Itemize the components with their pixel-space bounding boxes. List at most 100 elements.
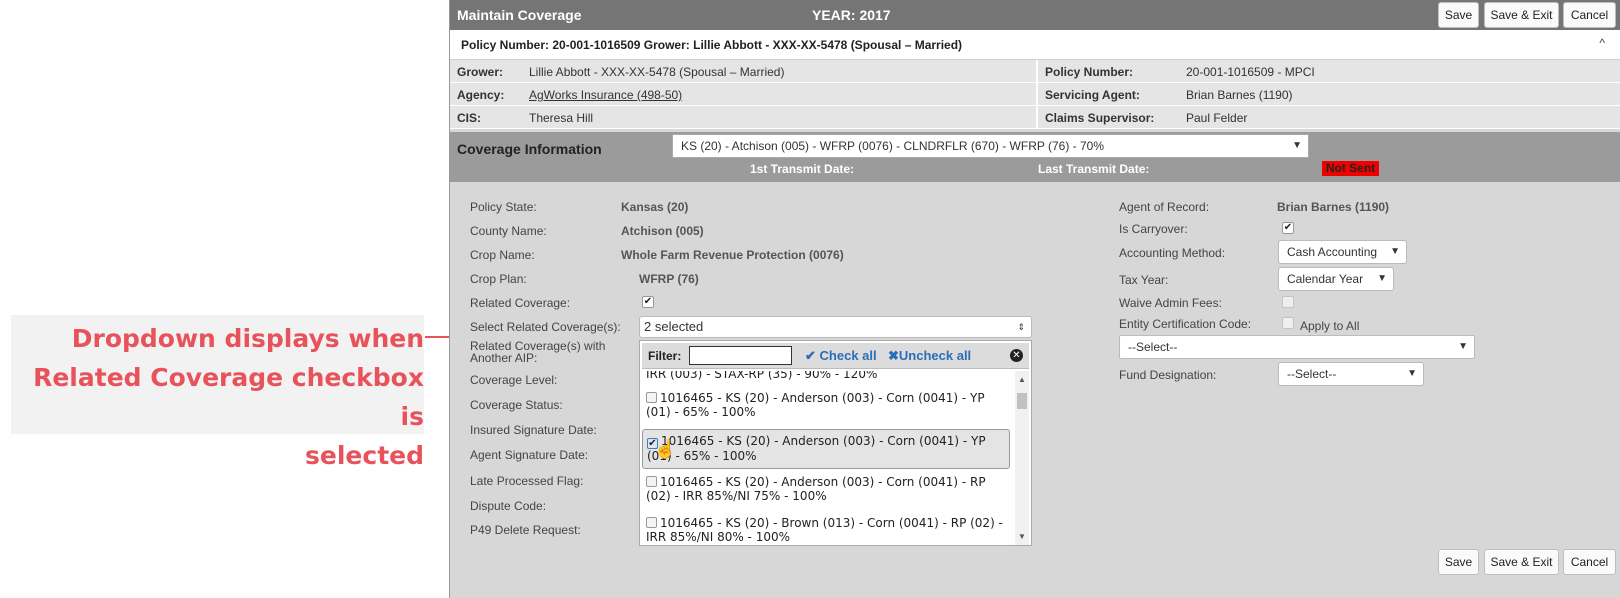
multiselect-option-list: IRR (003) - STAX-RP (35) - 90% - 120% 10…	[642, 371, 1012, 545]
info-row-cis: CIS: Theresa Hill Claims Supervisor: Pau…	[450, 106, 1620, 129]
option-label: 1016465 - KS (20) - Anderson (003) - Cor…	[646, 475, 986, 503]
option-checkbox[interactable]	[646, 476, 657, 487]
option-label: 1016465 - KS (20) - Anderson (003) - Cor…	[647, 434, 986, 463]
scroll-down-arrow-icon[interactable]: ▼	[1018, 532, 1026, 541]
fund-designation-select[interactable]: --Select-- ▼	[1278, 362, 1424, 386]
multiselect-filter-bar: Filter: ✔ Check all ✖Uncheck all ✕	[642, 343, 1029, 369]
crop-plan-value: WFRP (76)	[639, 272, 699, 286]
multiselect-option[interactable]: 1016465 - KS (20) - Brown (013) - Corn (…	[642, 516, 1010, 545]
title-bar: Maintain Coverage YEAR: 2017 Save Save &…	[450, 0, 1620, 30]
multiselect-option-highlighted[interactable]: ✔ 1016465 - KS (20) - Anderson (003) - Co…	[642, 429, 1010, 469]
apply-to-all-label: Apply to All	[1300, 319, 1360, 333]
dropdown-caret-icon: ▼	[1390, 246, 1400, 257]
grower-label: Grower:	[457, 65, 504, 79]
multiselect-option[interactable]: 1016465 - KS (20) - Anderson (003) - Cor…	[642, 475, 1010, 507]
related-coverage-aip-label: Related Coverage(s) with Another AIP:	[470, 339, 606, 365]
related-coverage-label: Related Coverage:	[470, 296, 571, 310]
cis-label: CIS:	[457, 111, 481, 125]
grower-value: Lillie Abbott - XXX-XX-5478 (Spousal – M…	[529, 65, 785, 79]
footer-save-exit-button[interactable]: Save & Exit	[1484, 549, 1559, 575]
policy-state-value: Kansas (20)	[621, 200, 689, 214]
scrollbar-thumb[interactable]	[1017, 393, 1027, 409]
uncheck-all-label: Uncheck all	[898, 348, 972, 363]
cancel-button[interactable]: Cancel	[1563, 2, 1616, 28]
entity-certification-code-label: Entity Certification Code:	[1119, 317, 1252, 331]
check-all-link[interactable]: ✔ Check all	[805, 348, 877, 364]
coverage-select[interactable]: KS (20) - Atchison (005) - WFRP (0076) -…	[672, 134, 1309, 158]
maintain-coverage-window: Maintain Coverage YEAR: 2017 Save Save &…	[449, 0, 1620, 598]
related-coverage-multiselect[interactable]: 2 selected ⇕	[639, 316, 1032, 338]
callout-line-1: Dropdown displays when	[71, 324, 424, 353]
entity-certification-code-value: --Select--	[1128, 340, 1178, 354]
option-checkbox[interactable]	[646, 392, 657, 403]
footer-cancel-button[interactable]: Cancel	[1563, 549, 1616, 575]
x-icon: ✖	[888, 348, 899, 363]
dispute-code-label: Dispute Code:	[470, 499, 547, 513]
policy-summary-text: Policy Number: 20-001-1016509 Grower: Li…	[461, 38, 963, 52]
dropdown-caret-icon: ▼	[1292, 140, 1302, 151]
filter-input[interactable]	[689, 346, 792, 365]
waive-admin-fees-checkbox[interactable]	[1282, 296, 1294, 308]
callout-text: Dropdown displays when Related Coverage …	[24, 319, 424, 475]
column-divider	[1036, 60, 1038, 83]
agency-link[interactable]: AgWorks Insurance (498-50)	[529, 88, 682, 102]
column-divider	[1036, 106, 1038, 129]
collapse-chevron-icon[interactable]: ^	[1599, 36, 1605, 50]
scroll-up-arrow-icon[interactable]: ▲	[1018, 375, 1026, 384]
check-all-label: Check all	[819, 348, 877, 363]
servicing-agent-label: Servicing Agent:	[1045, 88, 1140, 102]
tax-year-value: Calendar Year	[1287, 272, 1364, 286]
cis-value: Theresa Hill	[529, 111, 594, 125]
is-carryover-checkbox[interactable]: ✔	[1282, 222, 1294, 234]
callout-line-3: selected	[305, 441, 424, 470]
insured-signature-date-label: Insured Signature Date:	[470, 423, 597, 437]
check-icon: ✔	[805, 348, 816, 363]
crop-plan-label: Crop Plan:	[470, 272, 527, 286]
agent-of-record-label: Agent of Record:	[1119, 200, 1210, 214]
late-processed-flag-label: Late Processed Flag:	[470, 474, 584, 488]
policy-summary-header[interactable]: Policy Number: 20-001-1016509 Grower: Li…	[450, 30, 1620, 60]
option-checkbox[interactable]	[646, 517, 657, 528]
close-circle-icon[interactable]: ✕	[1010, 349, 1023, 362]
save-button[interactable]: Save	[1438, 2, 1479, 28]
column-divider	[1036, 83, 1038, 106]
dropdown-caret-icon: ▼	[1458, 341, 1468, 352]
coverage-information-title: Coverage Information	[457, 141, 602, 157]
multiselect-option[interactable]: IRR (003) - STAX-RP (35) - 90% - 120%	[642, 371, 1010, 383]
annotation-callout: Dropdown displays when Related Coverage …	[11, 315, 424, 470]
window-title: Maintain Coverage	[457, 7, 582, 23]
transmit-status-badge: Not Sent	[1322, 161, 1379, 176]
option-label: IRR (003) - STAX-RP (35) - 90% - 120%	[646, 371, 878, 381]
claims-supervisor-label: Claims Supervisor:	[1045, 111, 1155, 125]
dropdown-caret-icon: ▼	[1407, 368, 1417, 379]
last-transmit-label: Last Transmit Date:	[1038, 162, 1150, 176]
crop-name-value: Whole Farm Revenue Protection (0076)	[621, 248, 844, 262]
is-carryover-label: Is Carryover:	[1119, 222, 1188, 236]
coverage-information-bar: Coverage Information KS (20) - Atchison …	[450, 132, 1620, 182]
tax-year-select[interactable]: Calendar Year ▼	[1278, 267, 1394, 291]
related-coverage-checkbox[interactable]: ✔	[642, 296, 654, 308]
accounting-method-label: Accounting Method:	[1119, 246, 1226, 260]
tax-year-label: Tax Year:	[1119, 273, 1169, 287]
coverage-level-label: Coverage Level:	[470, 373, 558, 387]
save-exit-button[interactable]: Save & Exit	[1484, 2, 1559, 28]
crop-name-label: Crop Name:	[470, 248, 535, 262]
select-related-coverage-label: Select Related Coverage(s):	[470, 320, 621, 334]
p49-delete-request-label: P49 Delete Request:	[470, 523, 581, 537]
callout-line-2: Related Coverage checkbox is	[33, 363, 424, 431]
footer-save-button[interactable]: Save	[1438, 549, 1479, 575]
first-transmit-label: 1st Transmit Date:	[750, 162, 855, 176]
accounting-method-select[interactable]: Cash Accounting ▼	[1278, 240, 1407, 264]
entity-certification-code-select[interactable]: --Select-- ▼	[1119, 335, 1475, 359]
multiselect-option[interactable]: 1016465 - KS (20) - Anderson (003) - Cor…	[642, 391, 1010, 423]
accounting-method-value: Cash Accounting	[1287, 245, 1378, 259]
multiselect-summary: 2 selected	[644, 319, 704, 334]
uncheck-all-link[interactable]: ✖Uncheck all	[888, 348, 971, 364]
filter-label: Filter:	[648, 349, 682, 363]
policy-number-value: 20-001-1016509 - MPCI	[1186, 65, 1315, 79]
agency-label: Agency:	[457, 88, 505, 102]
info-row-grower: Grower: Lillie Abbott - XXX-XX-5478 (Spo…	[450, 60, 1620, 83]
option-list-scrollbar[interactable]: ▲ ▼	[1015, 371, 1029, 545]
year-label: YEAR: 2017	[812, 7, 891, 23]
apply-to-all-checkbox[interactable]	[1282, 317, 1294, 329]
